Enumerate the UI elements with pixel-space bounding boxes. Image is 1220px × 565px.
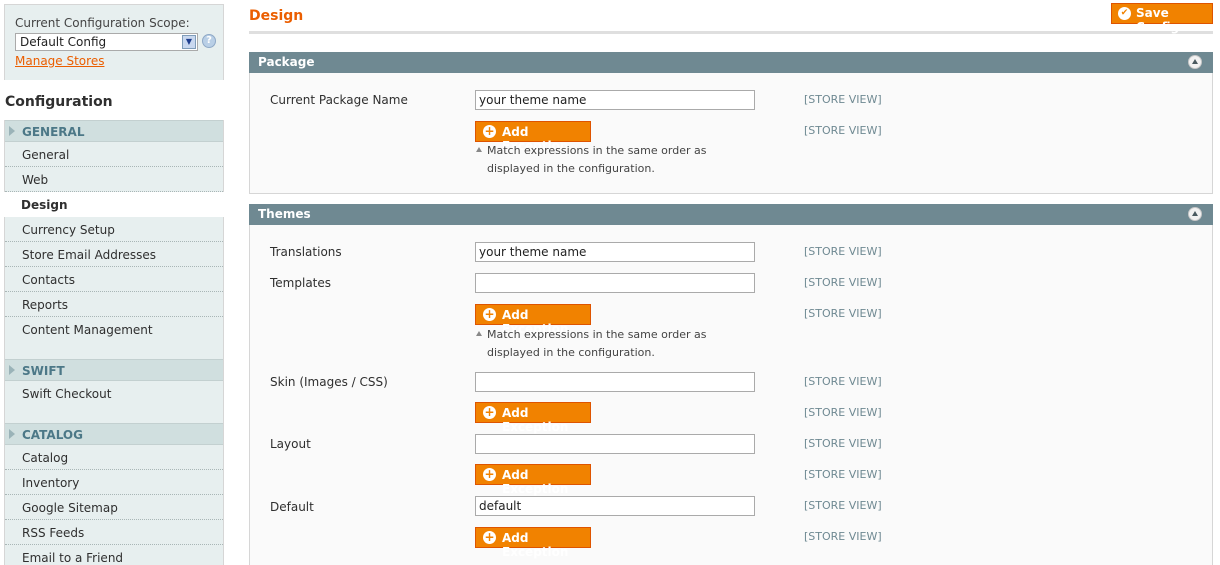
add-exception-button[interactable]: + Add Exception <box>475 527 591 559</box>
sidebar-item-design[interactable]: Design <box>4 192 224 217</box>
add-exception-button[interactable]: + Add Exception <box>475 464 591 496</box>
scope-tag: [STORE VIEW] <box>804 406 882 419</box>
sidebar-item-catalog[interactable]: Catalog <box>5 445 223 470</box>
nav-group-swift: SWIFT Swift Checkout <box>4 359 224 423</box>
current-package-label: Current Package Name <box>270 93 408 107</box>
nav-group-header-swift[interactable]: SWIFT <box>5 359 223 381</box>
collapse-icon[interactable] <box>1188 207 1202 221</box>
add-exception-label: Add Exception <box>502 531 569 559</box>
section-title: Package <box>258 55 315 69</box>
sidebar-item-reports[interactable]: Reports <box>5 292 223 317</box>
help-icon[interactable]: ? <box>202 34 216 48</box>
manage-stores-link[interactable]: Manage Stores <box>15 54 104 68</box>
skin-label: Skin (Images / CSS) <box>270 375 388 389</box>
plus-circle-icon: + <box>483 467 496 481</box>
skin-input[interactable] <box>475 372 755 392</box>
scope-tag: [STORE VIEW] <box>804 437 882 450</box>
add-exception-button[interactable]: + Add Exception <box>475 121 591 153</box>
scope-select[interactable]: Default Config ▼ <box>15 33 198 51</box>
nav-group-header-catalog[interactable]: CATALOG <box>5 423 223 445</box>
layout-label: Layout <box>270 437 311 451</box>
sidebar-item-web[interactable]: Web <box>5 167 223 192</box>
expand-arrow-icon <box>9 126 15 136</box>
add-exception-button[interactable]: + Add Exception <box>475 402 591 434</box>
exception-note: Match expressions in the same order as d… <box>475 326 755 362</box>
expand-arrow-icon <box>9 429 15 439</box>
nav-group-general: GENERAL General Web Design Currency Setu… <box>4 120 224 359</box>
sidebar-item-google-sitemap[interactable]: Google Sitemap <box>5 495 223 520</box>
add-exception-label: Add Exception <box>502 468 569 496</box>
section-title: Themes <box>258 207 311 221</box>
plus-circle-icon: + <box>483 307 496 321</box>
note-text: Match expressions in the same order as d… <box>487 328 707 359</box>
nav-group-catalog: CATALOG Catalog Inventory Google Sitemap… <box>4 423 224 565</box>
checkmark-icon: ✔ <box>1118 7 1131 20</box>
exception-note: Match expressions in the same order as d… <box>475 142 755 178</box>
sidebar-item-currency-setup[interactable]: Currency Setup <box>5 217 223 242</box>
sidebar-item-store-email-addresses[interactable]: Store Email Addresses <box>5 242 223 267</box>
package-section-header[interactable]: Package <box>249 52 1213 73</box>
save-config-label: Save Config <box>1136 6 1180 34</box>
templates-label: Templates <box>270 276 332 290</box>
add-exception-button[interactable]: + Add Exception <box>475 304 591 336</box>
scope-tag: [STORE VIEW] <box>804 375 882 388</box>
scope-tag: [STORE VIEW] <box>804 93 882 106</box>
nav-group-label: GENERAL <box>22 125 85 139</box>
package-section: Package Current Package Name [STORE VIEW… <box>249 52 1213 194</box>
scope-tag: [STORE VIEW] <box>804 530 882 543</box>
plus-circle-icon: + <box>483 405 496 419</box>
nav-group-label: SWIFT <box>22 364 65 378</box>
scope-tag: [STORE VIEW] <box>804 307 882 320</box>
sidebar-item-email-to-a-friend[interactable]: Email to a Friend <box>5 545 223 565</box>
sidebar-item-rss-feeds[interactable]: RSS Feeds <box>5 520 223 545</box>
scope-tag: [STORE VIEW] <box>804 245 882 258</box>
scope-tag: [STORE VIEW] <box>804 468 882 481</box>
templates-input[interactable] <box>475 273 755 293</box>
current-package-input[interactable] <box>475 90 755 110</box>
sidebar-item-content-management[interactable]: Content Management <box>5 317 223 342</box>
expand-arrow-icon <box>9 365 15 375</box>
default-label: Default <box>270 500 314 514</box>
chevron-down-icon[interactable]: ▼ <box>182 35 196 49</box>
note-text: Match expressions in the same order as d… <box>487 144 707 175</box>
collapse-icon[interactable] <box>1188 55 1202 69</box>
nav-group-header-general[interactable]: GENERAL <box>5 120 223 142</box>
sidebar-item-contacts[interactable]: Contacts <box>5 267 223 292</box>
plus-circle-icon: + <box>483 530 496 544</box>
add-exception-label: Add Exception <box>502 406 569 434</box>
note-arrow-icon <box>476 147 482 152</box>
themes-section: Themes Translations [STORE VIEW] Templat… <box>249 204 1213 565</box>
sidebar-item-general[interactable]: General <box>5 142 223 167</box>
save-config-button[interactable]: ✔ Save Config <box>1111 3 1213 34</box>
scope-tag: [STORE VIEW] <box>804 124 882 137</box>
config-scope-panel: Current Configuration Scope: Default Con… <box>4 4 224 80</box>
title-divider <box>249 31 1213 34</box>
translations-label: Translations <box>270 245 342 259</box>
page-title: Design <box>249 8 304 24</box>
scope-label: Current Configuration Scope: <box>15 16 190 30</box>
scope-tag: [STORE VIEW] <box>804 499 882 512</box>
nav-group-label: CATALOG <box>22 428 83 442</box>
sidebar-item-swift-checkout[interactable]: Swift Checkout <box>5 381 223 406</box>
layout-input[interactable] <box>475 434 755 454</box>
sidebar-title: Configuration <box>4 80 224 120</box>
plus-circle-icon: + <box>483 124 496 138</box>
scope-tag: [STORE VIEW] <box>804 276 882 289</box>
translations-input[interactable] <box>475 242 755 262</box>
themes-section-header[interactable]: Themes <box>249 204 1213 225</box>
default-input[interactable] <box>475 496 755 516</box>
sidebar-item-inventory[interactable]: Inventory <box>5 470 223 495</box>
note-arrow-icon <box>476 331 482 336</box>
scope-select-value: Default Config <box>20 35 107 49</box>
